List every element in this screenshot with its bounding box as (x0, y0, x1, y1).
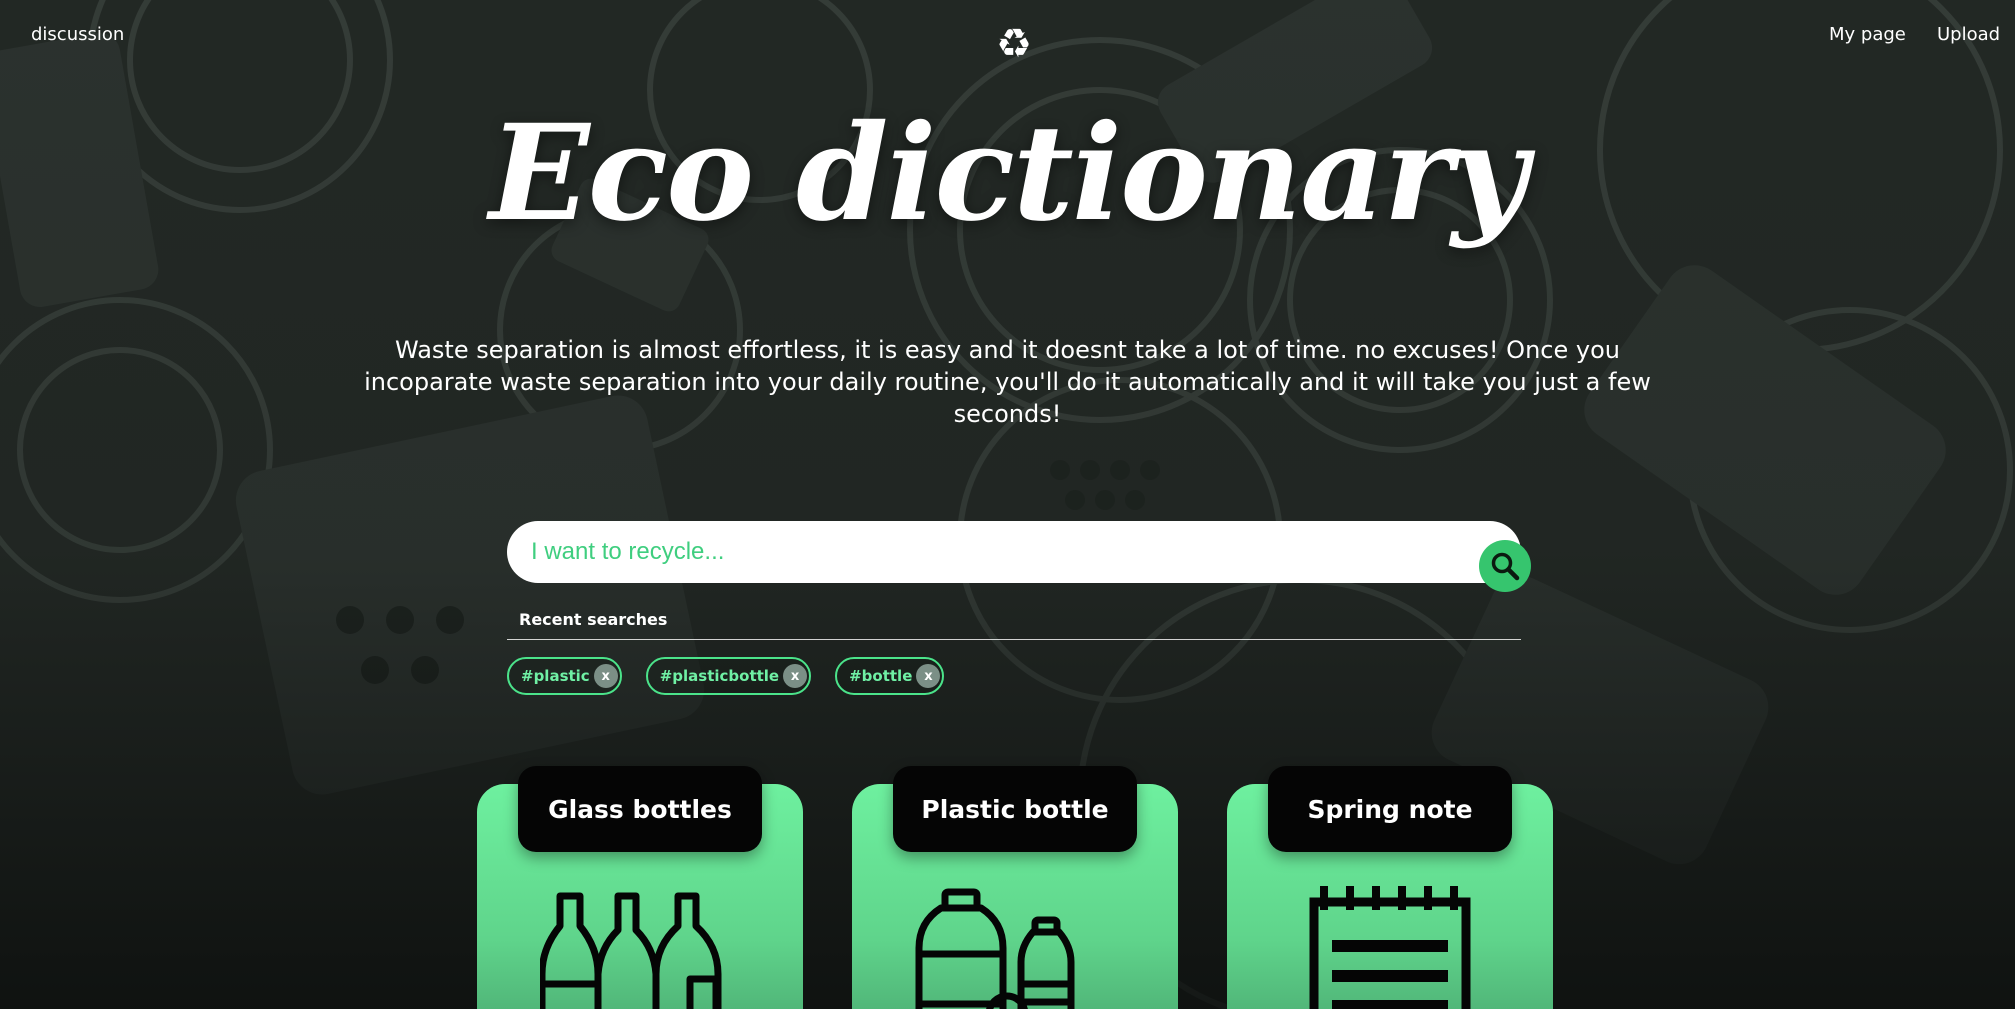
page-title: Eco dictionary (489, 96, 1528, 251)
search-button[interactable] (1479, 540, 1531, 592)
tagline: Waste separation is almost effortless, i… (364, 336, 1651, 428)
recent-search-tag: #bottle x (835, 657, 945, 695)
recent-searches-label: Recent searches (519, 610, 668, 629)
glass-bottles-icon (540, 892, 722, 1009)
search-icon (1491, 552, 1520, 581)
spring-note-icon (1309, 886, 1471, 1009)
search-input[interactable] (531, 521, 1461, 583)
nav-discussion-link[interactable]: discussion (31, 24, 124, 45)
divider (507, 639, 1521, 640)
remove-tag-button[interactable]: x (783, 664, 808, 688)
recent-searches-list: #plastic x #plasticbottle x #bottle x (507, 657, 945, 695)
nav-upload-link[interactable]: Upload (1937, 24, 2000, 45)
category-label[interactable]: Plastic bottle (893, 766, 1137, 852)
category-label[interactable]: Spring note (1268, 766, 1512, 852)
recent-search-tag: #plasticbottle x (645, 657, 812, 695)
nav-mypage-link[interactable]: My page (1829, 24, 1906, 45)
remove-tag-button[interactable]: x (593, 664, 618, 688)
recent-search-tag: #plastic x (507, 657, 622, 695)
recycle-icon[interactable]: ♻ (990, 22, 1038, 66)
top-nav: discussion ♻ My page Upload (0, 0, 2015, 72)
search-bar (507, 521, 1521, 583)
category-label[interactable]: Glass bottles (518, 766, 762, 852)
plastic-bottle-icon (915, 888, 1075, 1009)
